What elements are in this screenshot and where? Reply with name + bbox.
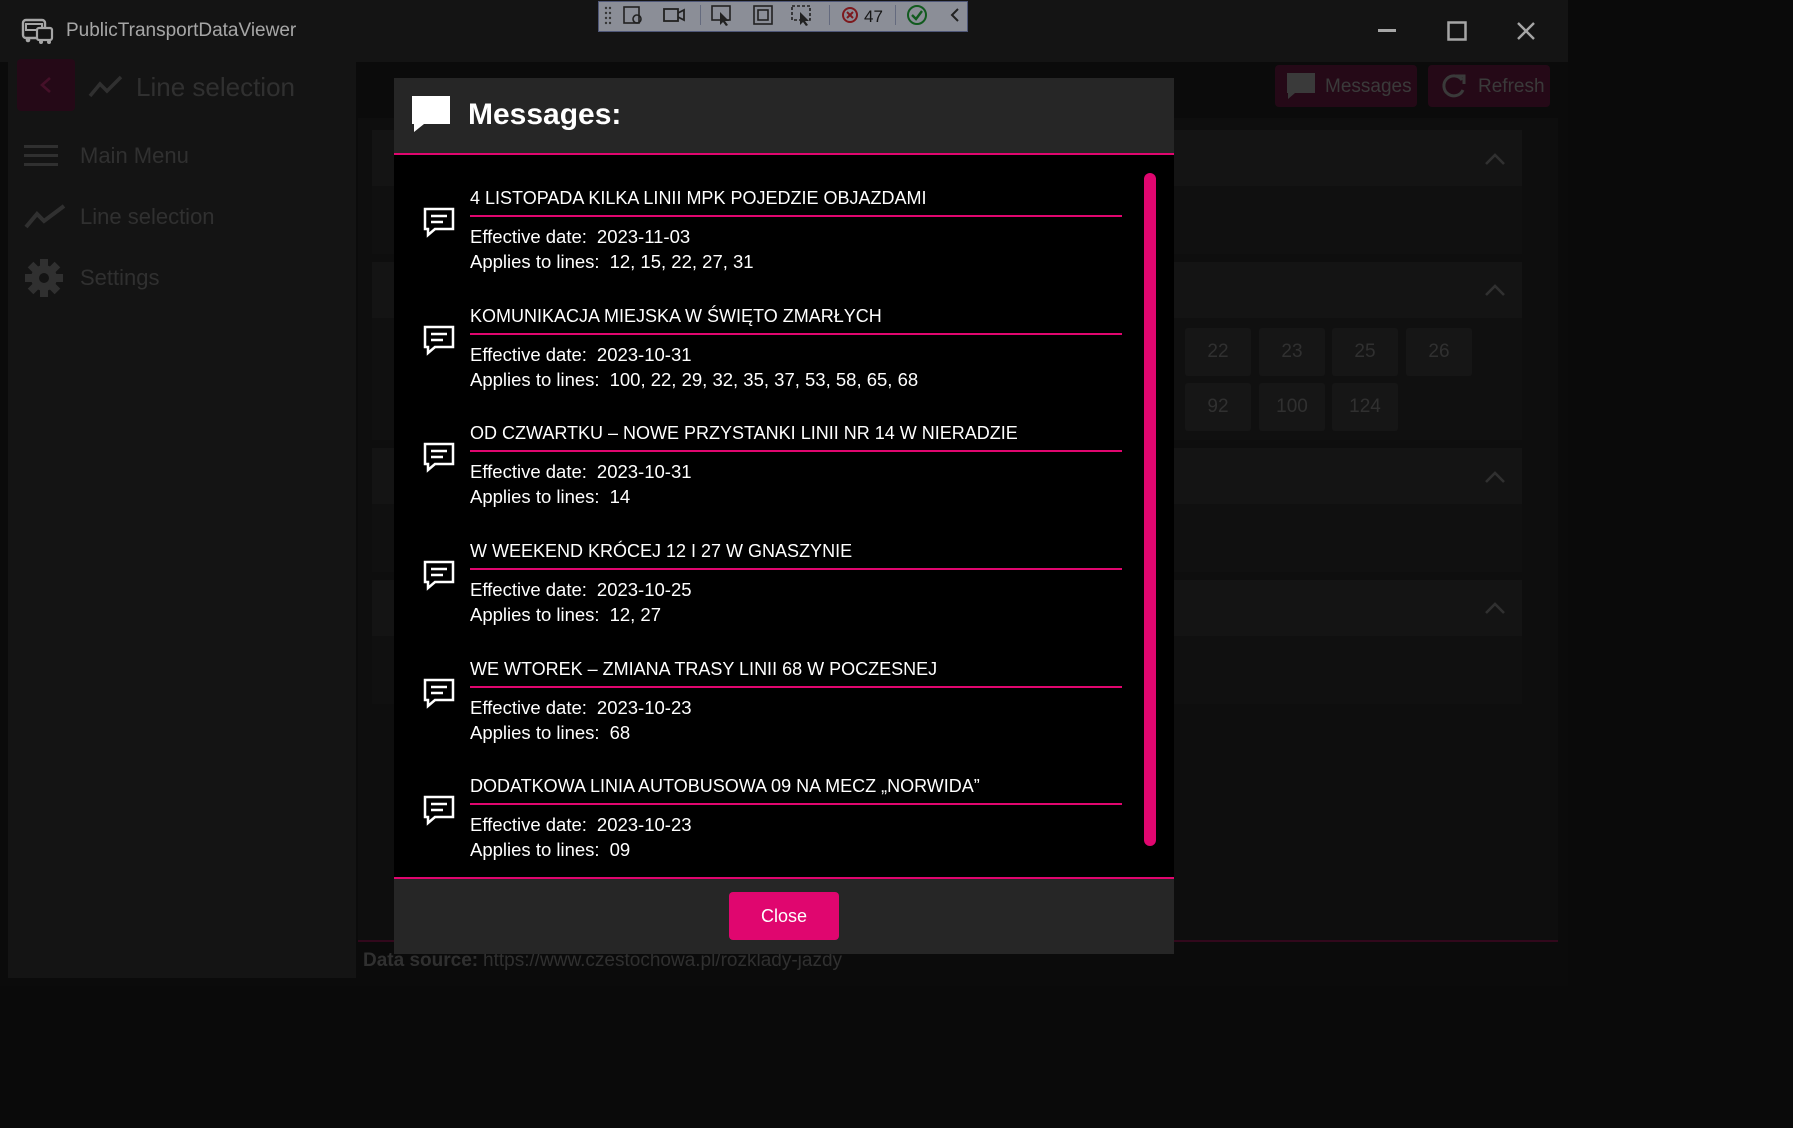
- message-item: 4 LISTOPADA KILKA LINII MPK POJEDZIE OBJ…: [394, 188, 1134, 288]
- effective-date-value: 2023-10-23: [596, 697, 692, 718]
- message-title: W WEEKEND KRÓCEJ 12 I 27 W GNASZYNIE: [470, 541, 853, 561]
- message-divider: [470, 803, 1122, 805]
- applies-to-value: 14: [609, 486, 631, 507]
- applies-to-row: Applies to lines: 12, 27: [470, 604, 661, 626]
- effective-date-label: Effective date:: [470, 697, 587, 718]
- messages-dialog: Messages: 4 LISTOPADA KILKA LINII MPK PO…: [394, 78, 1174, 954]
- effective-date-row: Effective date: 2023-11-03: [470, 226, 690, 248]
- effective-date-row: Effective date: 2023-10-23: [470, 814, 692, 836]
- applies-to-label: Applies to lines:: [470, 839, 600, 860]
- applies-to-value: 68: [609, 722, 631, 743]
- dialog-title: Messages:: [468, 98, 622, 131]
- message-title: DODATKOWA LINIA AUTOBUSOWA 09 NA MECZ „N…: [470, 776, 980, 796]
- message-divider: [470, 568, 1122, 570]
- applies-to-value: 100, 22, 29, 32, 35, 37, 53, 58, 65, 68: [609, 369, 919, 390]
- applies-to-value: 09: [609, 839, 631, 860]
- message-title: OD CZWARTKU – NOWE PRZYSTANKI LINII NR 1…: [470, 423, 1018, 443]
- comment-icon: [423, 560, 455, 591]
- message-item: OD CZWARTKU – NOWE PRZYSTANKI LINII NR 1…: [394, 423, 1134, 523]
- effective-date-value: 2023-10-31: [596, 461, 692, 482]
- message-item: WE WTOREK – ZMIANA TRASY LINII 68 W POCZ…: [394, 659, 1134, 759]
- effective-date-label: Effective date:: [470, 814, 587, 835]
- applies-to-label: Applies to lines:: [470, 369, 600, 390]
- close-button[interactable]: Close: [729, 892, 839, 940]
- applies-to-row: Applies to lines: 09: [470, 839, 630, 861]
- applies-to-row: Applies to lines: 100, 22, 29, 32, 35, 37…: [470, 369, 918, 391]
- applies-to-label: Applies to lines:: [470, 486, 600, 507]
- message-item: W WEEKEND KRÓCEJ 12 I 27 W GNASZYNIE Eff…: [394, 541, 1134, 641]
- effective-date-row: Effective date: 2023-10-31: [470, 461, 692, 483]
- applies-to-label: Applies to lines:: [470, 604, 600, 625]
- message-title: WE WTOREK – ZMIANA TRASY LINII 68 W POCZ…: [470, 659, 938, 679]
- effective-date-label: Effective date:: [470, 579, 587, 600]
- scrollbar-thumb[interactable]: [1144, 173, 1156, 846]
- comment-icon: [423, 207, 455, 238]
- message-divider: [470, 686, 1122, 688]
- message-divider: [470, 450, 1122, 452]
- effective-date-value: 2023-10-23: [596, 814, 692, 835]
- effective-date-row: Effective date: 2023-10-31: [470, 344, 692, 366]
- applies-to-value: 12, 15, 22, 27, 31: [609, 251, 754, 272]
- message-icon: [412, 96, 450, 132]
- comment-icon: [423, 678, 455, 709]
- comment-icon: [423, 795, 455, 826]
- comment-icon: [423, 442, 455, 473]
- applies-to-row: Applies to lines: 12, 15, 22, 27, 31: [470, 251, 754, 273]
- message-title: KOMUNIKACJA MIEJSKA W ŚWIĘTO ZMARŁYCH: [470, 306, 882, 326]
- applies-to-label: Applies to lines:: [470, 722, 600, 743]
- effective-date-label: Effective date:: [470, 461, 587, 482]
- applies-to-row: Applies to lines: 14: [470, 486, 630, 508]
- effective-date-value: 2023-10-31: [596, 344, 692, 365]
- applies-to-row: Applies to lines: 68: [470, 722, 630, 744]
- applies-to-label: Applies to lines:: [470, 251, 600, 272]
- app-window: PublicTransportDataViewer 47 Line select…: [0, 0, 1568, 986]
- comment-icon: [423, 325, 455, 356]
- effective-date-label: Effective date:: [470, 226, 587, 247]
- effective-date-row: Effective date: 2023-10-25: [470, 579, 692, 601]
- applies-to-value: 12, 27: [609, 604, 662, 625]
- message-divider: [470, 333, 1122, 335]
- message-item: KOMUNIKACJA MIEJSKA W ŚWIĘTO ZMARŁYCH Ef…: [394, 306, 1134, 406]
- effective-date-value: 2023-10-25: [596, 579, 692, 600]
- message-item: DODATKOWA LINIA AUTOBUSOWA 09 NA MECZ „N…: [394, 776, 1134, 876]
- message-divider: [470, 215, 1122, 217]
- dialog-header: Messages:: [394, 78, 1174, 155]
- effective-date-label: Effective date:: [470, 344, 587, 365]
- effective-date-row: Effective date: 2023-10-23: [470, 697, 692, 719]
- message-title: 4 LISTOPADA KILKA LINII MPK POJEDZIE OBJ…: [470, 188, 927, 208]
- effective-date-value: 2023-11-03: [596, 226, 691, 247]
- dialog-footer: Close: [394, 877, 1174, 954]
